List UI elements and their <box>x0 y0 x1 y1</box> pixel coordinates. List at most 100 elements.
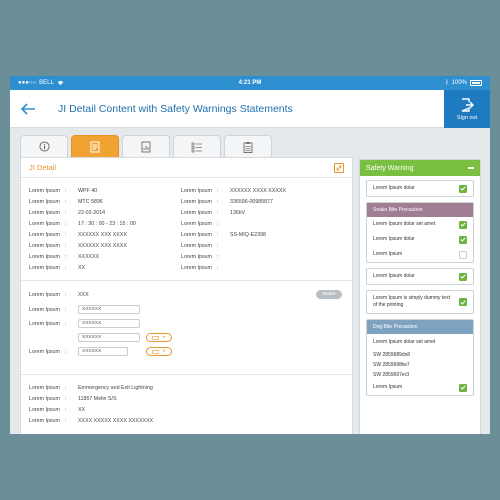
collapse-icon[interactable] <box>468 167 474 169</box>
info-row: Lorem Ipsum: XXXXXX XXX XXXX <box>29 232 127 238</box>
dog-bite-code: SW 2859689dx8 <box>373 352 410 358</box>
info-row: Lorem Ipsum: <box>181 265 219 271</box>
info-row: Lorem Ipsum: SS-MIQ-E2398 <box>181 232 266 238</box>
dog-bite-group: Dog Bite Precaution Lorem Ipsum dolar se… <box>366 319 474 396</box>
snake-bite-group: Snake Bite Precaution Lorem Ipsum dolar … <box>366 202 474 263</box>
plus-icon: + <box>162 334 166 341</box>
warning-item: Lorem Ipsum is simply dummy text of the … <box>366 290 474 314</box>
checkbox[interactable] <box>459 250 467 259</box>
check-icon <box>460 385 466 390</box>
info-row: Lorem Ipsum: XX <box>29 265 86 271</box>
info-row: Lorem Ipsum: MTC 5896 <box>29 199 103 205</box>
warning-item: Lorem Ipsum dolar <box>366 180 474 197</box>
dog-bite-code: SW 2859698tw7 <box>373 362 410 368</box>
signal-icon: ●●●○○ <box>18 80 37 86</box>
carrier-label: BELL <box>39 80 54 86</box>
form-row: Lorem Ipsum: XXX <box>29 292 89 298</box>
check-icon <box>460 300 466 305</box>
tab-info[interactable] <box>20 135 68 157</box>
chart-document-icon <box>141 141 151 152</box>
checkbox[interactable] <box>459 298 467 306</box>
check-icon <box>460 237 466 242</box>
tab-chart-document[interactable] <box>122 135 170 157</box>
bluetooth-icon: ᛒ <box>445 80 449 86</box>
tab-document[interactable] <box>71 135 119 157</box>
text-input[interactable]: XXXXXX <box>78 305 140 314</box>
ji-detail-panel: JI Detail Lorem Ipsum: WPF 40 Lorem Ipsum… <box>20 157 353 434</box>
info-icon <box>38 141 50 152</box>
clock: 4:21 PM <box>238 80 262 86</box>
add-row-button[interactable]: + <box>146 333 172 342</box>
info-row: Lorem Ipsum: XXXXXX XXXX XXXXX <box>181 188 286 194</box>
text-input[interactable]: XXXXXX <box>78 333 140 342</box>
ji-detail-header: JI Detail <box>21 158 352 178</box>
info-row: Lorem Ipsum: XXXX XXXXX XXXX XXXXXXX <box>29 418 154 424</box>
sign-out-icon <box>461 97 474 112</box>
info-row: Lorem Ipsum: Emmergency and Exit Lightnin… <box>29 385 153 391</box>
plus-icon: + <box>162 348 166 355</box>
status-bar: ●●●○○ BELL 4:21 PM ᛒ 100% <box>10 76 490 90</box>
pencil-icon <box>152 335 160 340</box>
safety-warning-panel: Safety Warning Lorem Ipsum dolar Snake B… <box>359 159 481 434</box>
info-row: Lorem Ipsum: XXXXXX XXX XXXX <box>29 243 127 249</box>
tab-clipboard[interactable] <box>224 135 272 157</box>
warning-item-label: Lorem Ipsum is simply dummy text of the … <box>373 295 450 308</box>
tab-checklist[interactable] <box>173 135 221 157</box>
warning-item-label: Lorem Ipsum <box>373 384 403 390</box>
back-arrow-icon <box>20 102 35 115</box>
text-input[interactable]: XXXXXX <box>78 319 140 328</box>
reset-button[interactable]: Reset <box>316 290 342 299</box>
location-section: Lorem Ipsum: Emmergency and Exit Lightnin… <box>21 375 352 434</box>
checkbox[interactable] <box>459 383 467 392</box>
info-row: Lorem Ipsum:22-02-2014 <box>29 210 106 216</box>
back-button[interactable] <box>14 90 42 128</box>
check-icon <box>460 222 466 227</box>
check-icon <box>460 186 466 191</box>
text-input[interactable]: XXXXXX <box>78 347 128 356</box>
snake-bite-title: Snake Bite Precaution <box>367 203 473 217</box>
battery-icon <box>470 80 482 86</box>
info-row: Lorem Ipsum:17 : 30 : 00 - 23 : 15 : 00 <box>29 221 136 227</box>
warning-item-label: Lorem Ipsum dolar <box>373 273 415 279</box>
info-row: Lorem Ipsum: WPF 40 <box>29 188 98 194</box>
ji-detail-title: JI Detail <box>29 163 57 172</box>
info-row: Lorem Ipsum: XX <box>29 407 86 413</box>
info-row: Lorem Ipsum: <box>181 254 219 260</box>
sign-out-button[interactable]: Sign out <box>444 90 490 128</box>
checklist-icon <box>191 142 202 152</box>
document-icon <box>90 141 100 152</box>
dog-bite-code: SW 2859697er3 <box>373 372 410 378</box>
clipboard-icon <box>243 141 253 153</box>
info-row: Lorem Ipsum: <box>181 243 219 249</box>
dog-bite-intro: Lorem Ipsum dolar set amet <box>373 339 436 345</box>
checkbox[interactable] <box>459 272 467 281</box>
sign-out-label: Sign out <box>456 114 478 121</box>
dog-bite-title: Dog Bite Precaution <box>367 320 473 334</box>
tab-bar <box>20 135 272 157</box>
page-title: JI Detail Content with Safety Warnings S… <box>58 102 293 115</box>
battery-percent: 100% <box>451 80 467 86</box>
wifi-icon <box>57 80 64 86</box>
warning-item-label: Lorem Ipsum <box>373 251 403 257</box>
form-row: Lorem Ipsum: <box>29 307 67 313</box>
form-section: Reset Lorem Ipsum: XXX Lorem Ipsum: XXXXX… <box>21 281 352 375</box>
info-row: Lorem Ipsum: XXXXXX <box>29 254 100 260</box>
safety-warning-header[interactable]: Safety Warning <box>360 160 480 176</box>
safety-warning-title: Safety Warning <box>366 164 414 172</box>
warning-item: Lorem Ipsum dolar <box>366 268 474 285</box>
info-section: Lorem Ipsum: WPF 40 Lorem Ipsum: MTC 5896 … <box>21 178 352 281</box>
checkbox[interactable] <box>459 184 467 193</box>
pencil-icon <box>152 349 160 354</box>
warning-item-label: Lorem Ipsum dolar set amet <box>373 221 436 227</box>
checkbox[interactable] <box>459 235 467 244</box>
info-row: Lorem Ipsum:11857 Melin S/S <box>29 396 117 402</box>
app-header: JI Detail Content with Safety Warnings S… <box>10 90 490 128</box>
info-row: Lorem Ipsum:336596-00985877 <box>181 199 274 205</box>
warning-item-label: Lorem Ipsum dolar <box>373 185 415 191</box>
expand-button[interactable] <box>334 162 344 173</box>
form-row: Lorem Ipsum: <box>29 349 67 355</box>
info-row: Lorem Ipsum:136kV <box>181 210 246 216</box>
expand-icon <box>336 165 342 170</box>
checkbox[interactable] <box>459 220 467 229</box>
add-row-button[interactable]: + <box>146 347 172 356</box>
